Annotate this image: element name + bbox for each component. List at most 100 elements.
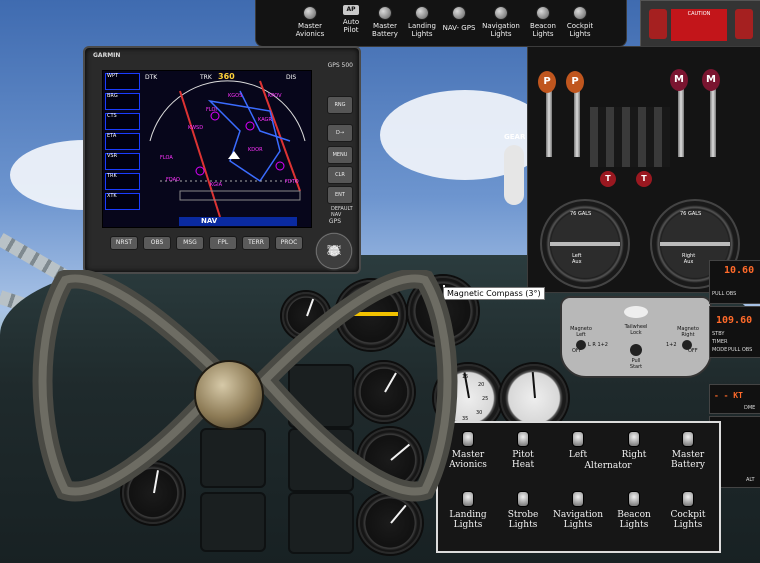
toggle-knob-icon bbox=[517, 431, 529, 447]
gps-crsr-knob[interactable]: PUSH CRSR bbox=[314, 231, 354, 271]
vertical-speed-gauge bbox=[288, 364, 354, 428]
gps-moving-map: DTK TRK 360 DIS FLOI KGOS KWSD KPOV KAGR… bbox=[145, 72, 306, 217]
red-handle-right[interactable] bbox=[735, 9, 753, 39]
mixture-lever-left[interactable] bbox=[678, 83, 684, 157]
mixture-lever-right[interactable] bbox=[710, 83, 716, 157]
gps-field-trk: TRK bbox=[105, 173, 140, 190]
gps-obs-button[interactable]: OBS bbox=[143, 236, 171, 250]
toggle-knob-icon bbox=[628, 491, 640, 507]
gps-field-vsr: VSR bbox=[105, 153, 140, 170]
switch-nav-gps[interactable]: NAV- GPS bbox=[440, 0, 478, 46]
switch-master-battery[interactable]: Master Battery bbox=[368, 0, 402, 46]
com-radio: 109.60 STBY TIMER MODE PULL OBS bbox=[709, 306, 760, 358]
autopilot-button-face: AP bbox=[343, 5, 359, 15]
gps-terr-button[interactable]: TERR bbox=[242, 236, 270, 250]
svg-text:FDTO: FDTO bbox=[285, 179, 299, 185]
svg-text:FLOI: FLOI bbox=[206, 107, 217, 113]
gps-enter-button[interactable]: ENT bbox=[327, 186, 353, 204]
switch-landing-lights[interactable]: Landing Lights bbox=[406, 0, 438, 46]
throttle-knob-left[interactable]: T bbox=[600, 171, 616, 187]
prop-lever-head-left[interactable]: P bbox=[538, 71, 556, 93]
prop-lever-head-right[interactable]: P bbox=[566, 71, 584, 93]
gps-field-wpt: WPT bbox=[105, 73, 140, 90]
gear-handle[interactable] bbox=[504, 145, 524, 205]
throttle-quadrant: P P M M T T 76 GALS Left Aux 76 GALS Rig… bbox=[527, 46, 760, 293]
dme-radio: - - KT DME bbox=[709, 384, 760, 414]
throttle-knob-right[interactable]: T bbox=[636, 171, 652, 187]
gear-label: GEAR bbox=[504, 133, 526, 141]
magneto-right-knob[interactable] bbox=[682, 340, 692, 350]
com-frequency: 109.60 bbox=[716, 315, 753, 326]
magneto-left-knob[interactable] bbox=[576, 340, 586, 350]
gps-fpl-button[interactable]: FPL bbox=[209, 236, 237, 250]
panel-switch-master-battery[interactable]: Master Battery bbox=[660, 431, 716, 470]
gps-msg-button[interactable]: MSG bbox=[176, 236, 204, 250]
fuel-selector-handle bbox=[660, 242, 730, 246]
toggle-knob-icon bbox=[378, 6, 392, 20]
toggle-knob-icon bbox=[517, 491, 529, 507]
autopilot-button[interactable]: AP Auto Pilot bbox=[336, 0, 366, 46]
engine-gauge-lower bbox=[200, 492, 266, 552]
svg-text:KGIA: KGIA bbox=[210, 182, 223, 188]
switch-beacon-lights[interactable]: Beacon Lights bbox=[526, 0, 560, 46]
gps-label: GPS bbox=[328, 218, 341, 225]
svg-text:KDOR: KDOR bbox=[248, 147, 263, 153]
gps-screen[interactable]: WPT BRG CTS ETA VSR TRK XTK DTK TRK 360 … bbox=[102, 70, 312, 228]
mixture-lever-head-left[interactable]: M bbox=[670, 69, 688, 91]
panel-switch-navigation-lights[interactable]: Navigation Lights bbox=[550, 491, 606, 530]
svg-text:FLOA: FLOA bbox=[160, 155, 173, 161]
yoke-hub bbox=[194, 360, 264, 430]
fuel-selector-handle bbox=[550, 242, 620, 246]
nav-radio: 10.60 PULL OBS bbox=[709, 260, 760, 304]
switch-cockpit-lights[interactable]: Cockpit Lights bbox=[564, 0, 596, 46]
alternator-label: Alternator bbox=[584, 461, 632, 471]
toggle-knob-icon bbox=[415, 6, 429, 20]
switch-master-avionics[interactable]: Master Avionics bbox=[288, 0, 332, 46]
engine-gauge-upper bbox=[200, 428, 266, 488]
start-knob[interactable] bbox=[630, 344, 642, 356]
toggle-knob-icon bbox=[682, 431, 694, 447]
gps-nrst-button[interactable]: NRST bbox=[110, 236, 138, 250]
toggle-knob-icon bbox=[452, 6, 466, 20]
panel-switch-master-avionics[interactable]: Master Avionics bbox=[440, 431, 496, 470]
toggle-knob-icon bbox=[572, 431, 584, 447]
svg-text:DTK: DTK bbox=[145, 74, 158, 81]
svg-text:DIS: DIS bbox=[286, 74, 296, 81]
gps-field-eta: ETA bbox=[105, 133, 140, 150]
magnetic-compass-tooltip: Magnetic Compass (3°) bbox=[443, 287, 545, 300]
svg-text:KAGR: KAGR bbox=[258, 117, 272, 123]
panel-switch-right-alternator[interactable]: Right bbox=[606, 431, 662, 460]
panel-switch-pitot-heat[interactable]: Pitot Heat bbox=[495, 431, 551, 470]
switch-panel: Master Avionics Pitot Heat Left Right Ma… bbox=[436, 421, 721, 553]
svg-text:TRK: TRK bbox=[199, 74, 213, 81]
toggle-knob-icon bbox=[573, 6, 587, 20]
panel-switch-landing-lights[interactable]: Landing Lights bbox=[440, 491, 496, 530]
toggle-knob-icon bbox=[303, 6, 317, 20]
gps-direct-to-button[interactable]: D→ bbox=[327, 124, 353, 142]
turn-coordinator bbox=[354, 362, 414, 422]
gps-range-button[interactable]: RNG bbox=[327, 96, 353, 114]
svg-text:360: 360 bbox=[218, 72, 235, 81]
manifold-gauge bbox=[358, 428, 422, 492]
panel-switch-cockpit-lights[interactable]: Cockpit Lights bbox=[660, 491, 716, 530]
top-switch-bar: Master Avionics AP Auto Pilot Master Batt… bbox=[255, 0, 627, 47]
gps-menu-button[interactable]: MENU bbox=[327, 146, 353, 164]
tailwheel-lock-light bbox=[624, 306, 648, 318]
prop-lever-right[interactable] bbox=[574, 87, 580, 157]
gps-500-unit: GARMIN GPS 500 WPT BRG CTS ETA VSR TRK X… bbox=[83, 46, 361, 274]
gps-clear-button[interactable]: CLR bbox=[327, 166, 353, 184]
prop-lever-left[interactable] bbox=[546, 87, 552, 157]
red-handle-left[interactable] bbox=[649, 9, 667, 39]
caution-plate: CAUTION bbox=[671, 9, 727, 41]
gps-proc-button[interactable]: PROC bbox=[275, 236, 303, 250]
panel-switch-left-alternator[interactable]: Left bbox=[550, 431, 606, 460]
panel-switch-beacon-lights[interactable]: Beacon Lights bbox=[606, 491, 662, 530]
switch-navigation-lights[interactable]: Navigation Lights bbox=[480, 0, 522, 46]
toggle-knob-icon bbox=[682, 491, 694, 507]
clock-gauge bbox=[282, 292, 330, 340]
panel-switch-strobe-lights[interactable]: Strobe Lights bbox=[495, 491, 551, 530]
fuel-selector-left[interactable]: 76 GALS Left Aux bbox=[540, 199, 630, 289]
magneto-panel: Magneto Left Tailwheel Lock Magneto Righ… bbox=[560, 296, 712, 378]
mixture-lever-head-right[interactable]: M bbox=[702, 69, 720, 91]
throttle-slots bbox=[590, 107, 670, 167]
